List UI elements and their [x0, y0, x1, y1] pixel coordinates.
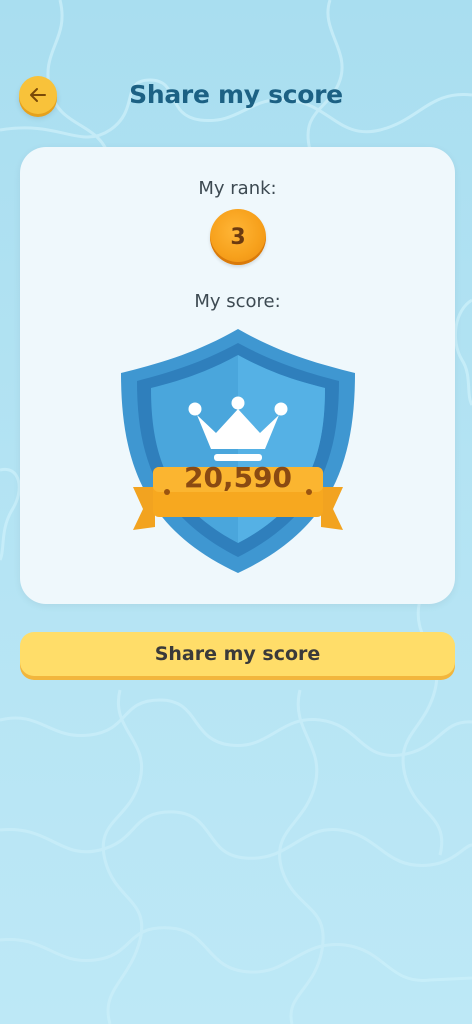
header-bar: Share my score [0, 72, 472, 124]
share-button-label: Share my score [154, 643, 321, 665]
rank-label: My rank: [198, 178, 277, 199]
score-badge: 20,590 [115, 325, 361, 575]
score-value: 20,590 [183, 461, 293, 494]
shield-crown-icon [121, 329, 355, 573]
page-title: Share my score [129, 80, 343, 109]
score-label: My score: [194, 291, 281, 312]
rank-value: 3 [230, 224, 246, 250]
rank-badge: 3 [210, 209, 266, 265]
score-card: My rank: 3 My score: 20,590 [20, 147, 455, 604]
share-score-button[interactable]: Share my score [20, 632, 455, 676]
